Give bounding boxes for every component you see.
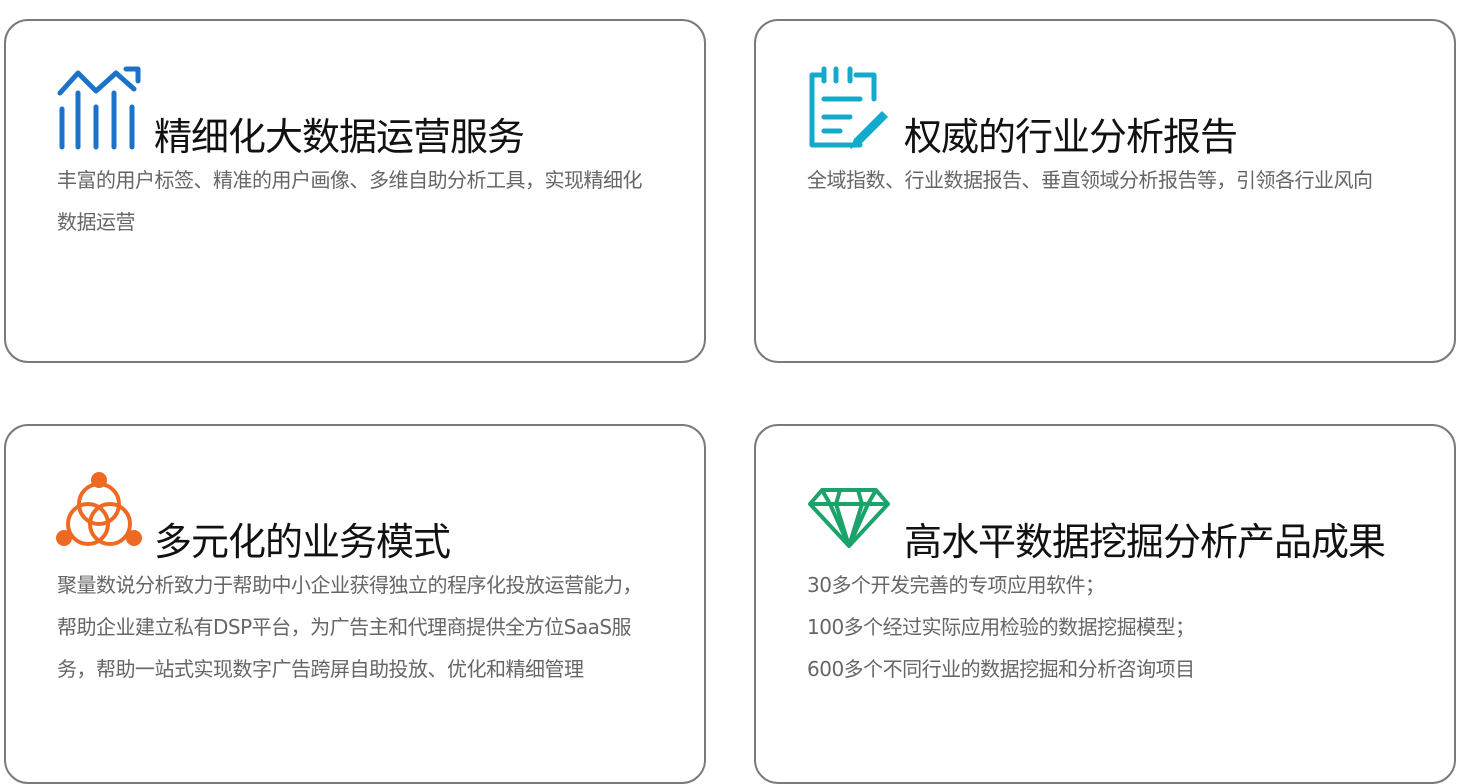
card-description-line: 30多个开发完善的专项应用软件； [807,573,1105,597]
card-description-line: 聚量数说分析致力于帮助中小企业获得独立的程序化投放运营能力，帮助企业建立私有DS… [57,573,643,681]
clipboard-edit-icon [809,66,888,149]
network-circles-icon [56,472,142,546]
card-description: 聚量数说分析致力于帮助中小企业获得独立的程序化投放运营能力，帮助企业建立私有DS… [57,564,657,690]
card-title: 多元化的业务模式 [154,520,451,564]
feature-card-operations: 精细化大数据运营服务 丰富的用户标签、精准的用户画像、多维自助分析工具，实现精细… [4,19,706,363]
feature-card-data-mining: 高水平数据挖掘分析产品成果 30多个开发完善的专项应用软件； 100多个经过实际… [754,424,1456,784]
feature-card-reports: 权威的行业分析报告 全域指数、行业数据报告、垂直领域分析报告等，引领各行业风向 [754,19,1456,363]
card-description: 30多个开发完善的专项应用软件； 100多个经过实际应用检验的数据挖掘模型； 6… [807,564,1407,690]
card-description: 丰富的用户标签、精准的用户画像、多维自助分析工具，实现精细化数据运营 [57,159,657,243]
card-title: 权威的行业分析报告 [904,115,1238,159]
diamond-icon [808,488,890,548]
card-title: 精细化大数据运营服务 [154,115,525,159]
card-title: 高水平数据挖掘分析产品成果 [904,520,1386,564]
feature-card-business-model: 多元化的业务模式 聚量数说分析致力于帮助中小企业获得独立的程序化投放运营能力，帮… [4,424,706,784]
card-description-line: 600多个不同行业的数据挖掘和分析咨询项目 [807,657,1195,681]
card-description-line: 丰富的用户标签、精准的用户画像、多维自助分析工具，实现精细化数据运营 [57,168,643,234]
card-description-line: 100多个经过实际应用检验的数据挖掘模型； [807,615,1195,639]
bar-chart-trend-icon [57,66,141,150]
card-description: 全域指数、行业数据报告、垂直领域分析报告等，引领各行业风向 [807,159,1407,201]
card-description-line: 全域指数、行业数据报告、垂直领域分析报告等，引领各行业风向 [807,168,1373,192]
